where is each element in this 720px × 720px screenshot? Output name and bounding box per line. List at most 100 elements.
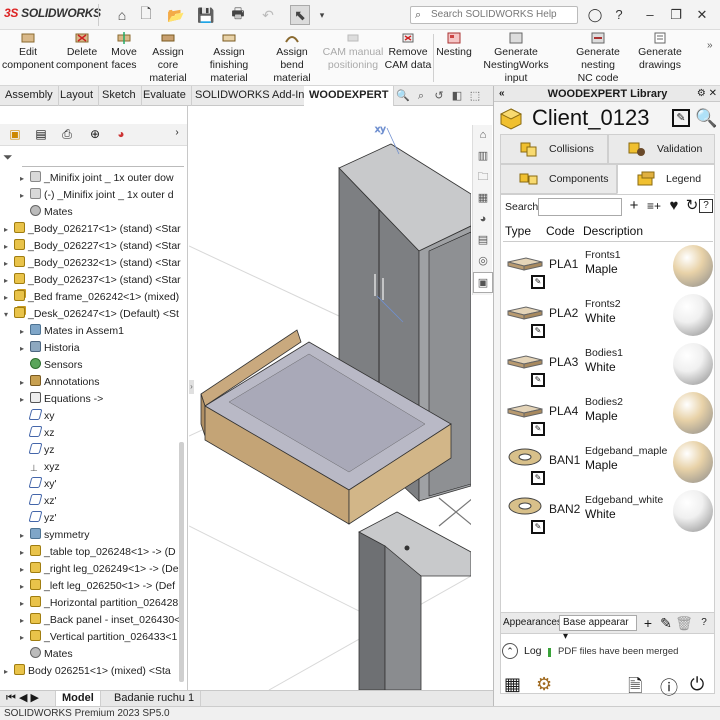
- tab-components[interactable]: Components: [500, 164, 617, 194]
- file-explorer-icon[interactable]: 🗀: [473, 167, 493, 188]
- restore-button[interactable]: ❐: [666, 5, 686, 25]
- tree-scrollbar[interactable]: [179, 442, 184, 682]
- tree-item[interactable]: ▸ _table top_026248<1> -> (D: [20, 544, 176, 561]
- tab-solidworks-add-ins[interactable]: SOLIDWORKS Add-Ins: [190, 86, 316, 106]
- tree-item[interactable]: ▸ _Bed frame_026242<1> (mixed): [4, 289, 179, 306]
- solidworks-forum-icon[interactable]: ◎: [473, 251, 493, 272]
- appearance-help-icon[interactable]: ?: [695, 614, 713, 632]
- display-manager-icon[interactable]: ◕: [112, 127, 130, 143]
- search-input[interactable]: ⌕ Search SOLIDWORKS Help: [410, 6, 578, 24]
- search-client-icon[interactable]: 🔍: [695, 108, 717, 129]
- edit-material-icon[interactable]: ✎: [531, 422, 545, 436]
- expand-arrow-icon[interactable]: ▸: [20, 391, 30, 408]
- tree-item[interactable]: ▸ Mates in Assem1: [20, 323, 124, 340]
- design-library-icon[interactable]: ▥: [473, 146, 493, 167]
- save-icon[interactable]: 💾: [196, 5, 216, 25]
- open-file-icon[interactable]: 📂: [166, 5, 186, 25]
- tree-item[interactable]: ▸ _left leg_026250<1> -> (Def: [20, 578, 175, 595]
- tree-item[interactable]: ▸ _Body_026217<1> (stand) <Star: [4, 221, 181, 238]
- collapse-panel-icon[interactable]: «: [499, 86, 505, 102]
- tab-motion-study[interactable]: Badanie ruchu 1: [108, 691, 202, 707]
- expand-arrow-icon[interactable]: ▸: [20, 340, 30, 357]
- chevron-right-icon[interactable]: ›: [168, 127, 186, 143]
- user-icon[interactable]: ◯: [585, 5, 605, 25]
- cam-manual-positioning-button[interactable]: CAM manual positioning: [322, 30, 384, 86]
- tree-item[interactable]: ▸ Annotations: [20, 374, 99, 391]
- undo-icon[interactable]: ↶: [258, 5, 278, 25]
- nesting-button[interactable]: Nesting: [434, 30, 474, 86]
- tab-assembly[interactable]: Assembly: [0, 86, 59, 106]
- expand-arrow-icon[interactable]: ▸: [20, 170, 30, 187]
- new-file-icon[interactable]: 🗋: [136, 5, 156, 25]
- appearance-swatch[interactable]: [673, 441, 713, 483]
- tree-item[interactable]: yz': [20, 510, 57, 527]
- expand-arrow-icon[interactable]: ▸: [4, 255, 14, 272]
- tree-item[interactable]: ▸ _Horizontal partition_026428: [20, 595, 178, 612]
- print-icon[interactable]: 🖶: [228, 5, 248, 25]
- tree-item[interactable]: ▸ _Vertical partition_026433<1: [20, 629, 177, 646]
- edit-component-button[interactable]: Edit component: [2, 30, 54, 86]
- expand-arrow-icon[interactable]: ▸: [20, 612, 30, 629]
- ribbon-overflow-icon[interactable]: »: [707, 40, 713, 51]
- expand-arrow-icon[interactable]: ▸: [4, 221, 14, 238]
- expand-arrow-icon[interactable]: ▸: [20, 187, 30, 204]
- generate-drawings-button[interactable]: Generate drawings: [638, 30, 682, 86]
- appearance-swatch[interactable]: [673, 245, 713, 287]
- expand-arrow-icon[interactable]: ▸: [20, 578, 30, 595]
- tree-item[interactable]: Mates: [20, 646, 73, 663]
- home-icon[interactable]: ⌂: [112, 5, 132, 25]
- tree-item[interactable]: ▸ _Body_026237<1> (stand) <Star: [4, 272, 181, 289]
- tree-item[interactable]: ▸ Body 026251<1> (mixed) <Sta: [4, 663, 171, 680]
- view-palette-icon[interactable]: ▦: [473, 188, 493, 209]
- generate-nesting-nc-code-button[interactable]: Generate nesting NC code: [560, 30, 636, 86]
- previous-view-icon[interactable]: ↺: [431, 88, 447, 104]
- legend-row[interactable]: ✎ PLA4 Bodies2 Maple: [501, 392, 713, 440]
- expand-arrow-icon[interactable]: ▾: [4, 306, 14, 323]
- tree-item[interactable]: xz: [20, 425, 55, 442]
- woodexpert-icon[interactable]: ▣: [473, 272, 493, 293]
- dimxpert-icon[interactable]: ⊕: [86, 127, 104, 143]
- property-manager-icon[interactable]: ▤: [32, 127, 50, 143]
- remove-cam-data-button[interactable]: Remove CAM data: [384, 30, 432, 86]
- appearance-swatch[interactable]: [673, 392, 713, 434]
- appearance-swatch[interactable]: [673, 294, 713, 336]
- appearance-select[interactable]: Base appearar ▾: [559, 615, 637, 642]
- settings-gear-icon[interactable]: ⚙: [536, 674, 552, 695]
- legend-row[interactable]: ✎ BAN2 Edgeband_white White: [501, 490, 713, 538]
- expand-arrow-icon[interactable]: ▸: [20, 527, 30, 544]
- add-appearance-icon[interactable]: +: [639, 614, 657, 632]
- tree-item[interactable]: ▸ (-) _Minifix joint _ 1x outer d: [20, 187, 174, 204]
- delete-appearance-icon[interactable]: 🗑: [675, 614, 693, 632]
- expand-arrow-icon[interactable]: ▸: [4, 238, 14, 255]
- expand-arrow-icon[interactable]: ▸: [20, 629, 30, 646]
- appearance-swatch[interactable]: [673, 343, 713, 385]
- tree-item[interactable]: yz: [20, 442, 55, 459]
- help-circle-icon[interactable]: ⓘ: [660, 674, 678, 700]
- help-icon[interactable]: ?: [609, 5, 629, 25]
- tree-item[interactable]: ⊥ xyz: [20, 459, 60, 476]
- tab-sketch[interactable]: Sketch: [97, 86, 142, 106]
- configuration-icon[interactable]: ⎙: [58, 127, 76, 143]
- assign-finishing-material-button[interactable]: Assign finishing material: [196, 30, 262, 86]
- home-icon[interactable]: ⌂: [473, 125, 493, 146]
- expand-arrow-icon[interactable]: ▸: [4, 272, 14, 289]
- legend-row[interactable]: ✎ PLA3 Bodies1 White: [501, 343, 713, 391]
- document-icon[interactable]: 🗎: [628, 674, 642, 704]
- tree-item[interactable]: ▸ _Minifix joint _ 1x outer dow: [20, 170, 174, 187]
- tab-model[interactable]: Model: [56, 691, 101, 707]
- tree-item[interactable]: ▸ _right leg_026249<1> -> (De: [20, 561, 179, 578]
- zoom-icon[interactable]: 🔍: [395, 88, 411, 104]
- tree-item[interactable]: ▾ _Desk_026247<1> (Default) <St: [4, 306, 179, 323]
- graphics-viewport[interactable]: xy: [189, 106, 471, 690]
- expand-arrow-icon[interactable]: ▸: [20, 544, 30, 561]
- select-pointer-icon[interactable]: ⬉: [290, 5, 310, 25]
- legend-row[interactable]: ✎ BAN1 Edgeband_maple Maple: [501, 441, 713, 489]
- zoom-area-icon[interactable]: ⌕: [413, 88, 429, 104]
- edit-material-icon[interactable]: ✎: [531, 324, 545, 338]
- move-triad-icon[interactable]: [438, 497, 471, 527]
- tab-layout[interactable]: Layout: [55, 86, 100, 106]
- panel-options-icon[interactable]: ⚙ ✕: [697, 86, 717, 102]
- tab-legend[interactable]: Legend: [617, 164, 715, 194]
- tab-nav-arrows[interactable]: ⏮ ◀ ▶ ⏭: [0, 691, 56, 719]
- expand-log-icon[interactable]: ⌃: [502, 643, 518, 659]
